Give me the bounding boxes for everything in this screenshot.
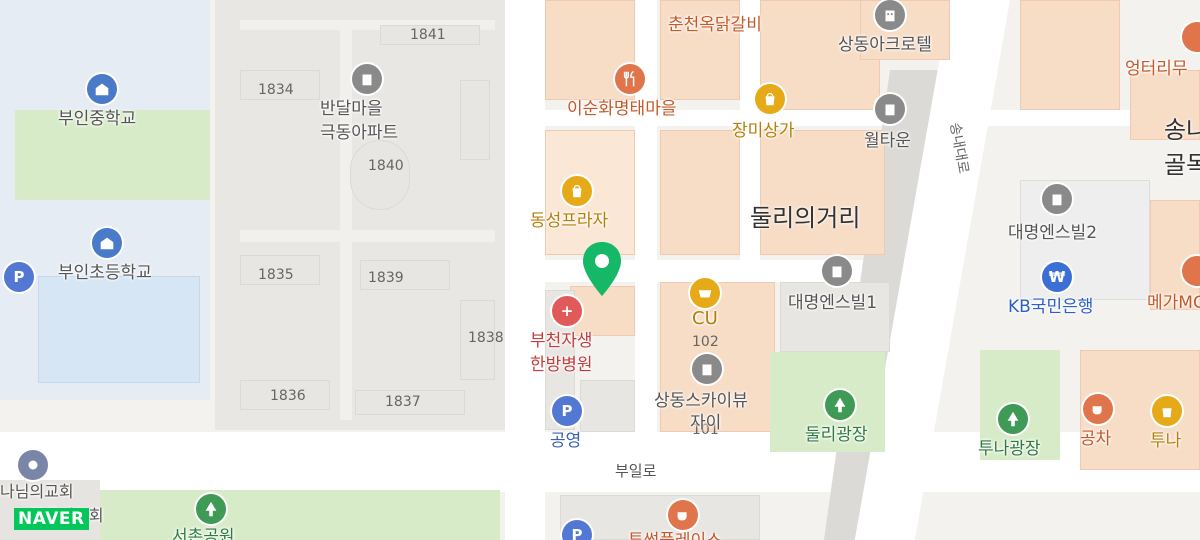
park-tree-icon[interactable] [196, 494, 226, 524]
road-vertical [635, 0, 657, 432]
building-number: 102 [692, 334, 719, 350]
parking-icon[interactable]: P [552, 396, 582, 426]
building-icon[interactable] [875, 0, 905, 30]
building [580, 380, 635, 432]
apartment-inner-road [340, 20, 352, 420]
poi-label[interactable]: 부천자생 [530, 326, 593, 351]
area-label: 둘리의거리 [750, 204, 861, 232]
poi-label[interactable]: 투나 [1150, 426, 1181, 451]
poi-label[interactable]: 극동아파트 [320, 118, 398, 143]
building [660, 130, 740, 255]
building-icon[interactable] [1042, 184, 1072, 214]
poi-label[interactable]: 나님의교회 [0, 478, 74, 502]
poi-label[interactable]: 동성프라자 [530, 206, 608, 231]
park-seochon [100, 490, 500, 540]
hospital-icon[interactable]: + [552, 296, 582, 326]
building-icon[interactable] [875, 94, 905, 124]
building-number: 1839 [368, 270, 404, 286]
building-number: 1836 [270, 388, 306, 404]
building-number: 1837 [385, 394, 421, 410]
location-pin-icon[interactable] [580, 240, 624, 300]
poi-label[interactable]: 부인초등학교 [58, 258, 152, 283]
building-number: 1834 [258, 82, 294, 98]
poi-label[interactable]: 부인중학교 [58, 104, 136, 129]
apartment-inner-road [240, 230, 495, 242]
building-number: 1835 [258, 267, 294, 283]
area-label: 골목 [1164, 151, 1200, 179]
restaurant-icon[interactable] [615, 64, 645, 94]
poi-label[interactable]: 엉터리무 [1125, 54, 1188, 79]
poi-label[interactable]: KB국민은행 [1008, 292, 1093, 317]
park-tree-icon[interactable] [998, 404, 1028, 434]
cafe-cup-icon[interactable] [1083, 394, 1113, 424]
poi-label[interactable]: CU [692, 308, 718, 329]
poi-label[interactable]: 대명엔스빌2 [1008, 218, 1097, 243]
convenience-store-icon[interactable] [690, 278, 720, 308]
naver-logo: NAVER [14, 508, 89, 530]
road-vertical-main [505, 0, 545, 540]
poi-label[interactable]: 투썸플레이스 [628, 526, 722, 540]
building-icon[interactable] [1182, 22, 1200, 52]
building-number: 1841 [410, 27, 446, 43]
poi-label[interactable]: 한방병원 [530, 350, 593, 375]
building [1020, 0, 1120, 110]
poi-label[interactable]: 투나광장 [978, 434, 1041, 459]
school-icon[interactable] [92, 228, 122, 258]
map-canvas[interactable]: 1841 1834 1840 1835 1839 1838 1836 1837 … [0, 0, 1200, 540]
poi-label[interactable]: 장미상가 [732, 116, 795, 141]
apartment-building [350, 140, 410, 210]
area-label: 송나 [1164, 116, 1200, 144]
building-icon[interactable] [352, 64, 382, 94]
poi-label[interactable]: 공차 [1080, 424, 1111, 449]
apartment-building [460, 80, 490, 160]
poi-label[interactable]: 서촌공원 [172, 522, 235, 540]
building-icon[interactable] [822, 256, 852, 286]
building-number: 1838 [468, 330, 504, 346]
poi-label[interactable]: 춘천옥닭갈비 [668, 10, 762, 35]
road-label: 부일로 [615, 462, 657, 480]
poi-label[interactable]: 대명엔스빌1 [788, 288, 877, 313]
building-icon[interactable] [692, 354, 722, 384]
poi-label[interactable]: 월타운 [864, 126, 911, 151]
parking-icon[interactable]: P [4, 262, 34, 292]
poi-label[interactable]: 이순화명태마을 [567, 94, 676, 119]
poi-label[interactable]: 둘리광장 [805, 420, 868, 445]
poi-label[interactable]: 공영 [550, 426, 581, 451]
school-icon[interactable] [87, 74, 117, 104]
poi-label[interactable]: 자이 [690, 408, 721, 433]
poi-label[interactable]: 반달마을 [320, 94, 383, 119]
poi-label[interactable]: 메가MG [1147, 288, 1200, 313]
park-tree-icon[interactable] [825, 390, 855, 420]
bank-won-icon[interactable]: ₩ [1042, 262, 1072, 292]
shopping-bag-icon[interactable] [1152, 396, 1182, 426]
church-icon[interactable] [18, 450, 48, 480]
poi-label[interactable]: 상동아크로텔 [838, 30, 932, 55]
shopping-bag-icon[interactable] [755, 84, 785, 114]
building-number: 1840 [368, 158, 404, 174]
school-field-elem [38, 276, 200, 383]
shopping-bag-icon[interactable] [562, 176, 592, 206]
